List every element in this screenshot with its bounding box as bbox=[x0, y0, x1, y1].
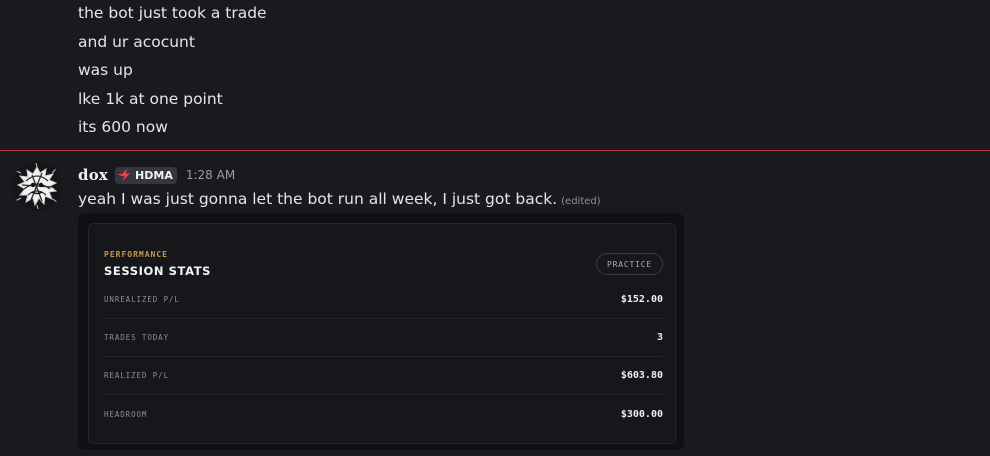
new-messages-divider bbox=[0, 150, 990, 151]
stat-row: UNREALIZED P/L $152.00 bbox=[104, 281, 663, 319]
message-content: yeah I was just gonna let the bot run al… bbox=[78, 189, 601, 212]
message-line: its 600 now bbox=[78, 118, 168, 136]
server-tag[interactable]: HDMA bbox=[115, 166, 177, 184]
chat-view: the bot just took a trade and ur acocunt… bbox=[0, 0, 990, 456]
message-line: the bot just took a trade bbox=[78, 4, 267, 22]
scribble-avatar bbox=[12, 161, 62, 211]
stat-label: HEADROOM bbox=[104, 409, 148, 419]
stat-label: TRADES TODAY bbox=[104, 333, 169, 342]
lightning-bolt-icon bbox=[118, 169, 131, 181]
card-title: SESSION STATS bbox=[104, 264, 212, 278]
stat-row: HEADROOM $300.00 bbox=[104, 395, 663, 433]
stat-value: $300.00 bbox=[620, 408, 663, 420]
message-timestamp[interactable]: 1:28 AM bbox=[186, 168, 235, 182]
mode-badge: PRACTICE bbox=[596, 253, 663, 275]
message-line: lke 1k at one point bbox=[78, 90, 223, 108]
embed-image[interactable]: PERFORMANCE SESSION STATS PRACTICE UNREA… bbox=[78, 213, 684, 450]
message-header: dox HDMA 1:28 AM bbox=[78, 166, 235, 184]
stat-label: UNREALIZED P/L bbox=[104, 295, 180, 304]
stat-row: TRADES TODAY 3 bbox=[104, 319, 663, 357]
stat-row: REALIZED P/L $603.80 bbox=[104, 357, 663, 395]
message-line: was up bbox=[78, 61, 133, 79]
stat-value: $603.80 bbox=[620, 370, 663, 381]
stat-value: $152.00 bbox=[620, 294, 663, 305]
message-text: yeah I was just gonna let the bot run al… bbox=[78, 190, 558, 208]
username[interactable]: dox bbox=[78, 166, 108, 184]
tag-label: HDMA bbox=[135, 168, 173, 182]
stat-value: 3 bbox=[656, 332, 663, 343]
stat-label: REALIZED P/L bbox=[104, 371, 169, 380]
avatar[interactable] bbox=[12, 161, 62, 211]
section-label: PERFORMANCE bbox=[104, 250, 168, 259]
message-line: and ur acocunt bbox=[78, 33, 195, 51]
edited-indicator: (edited) bbox=[561, 196, 601, 207]
session-stats-card: PERFORMANCE SESSION STATS PRACTICE UNREA… bbox=[88, 223, 676, 444]
